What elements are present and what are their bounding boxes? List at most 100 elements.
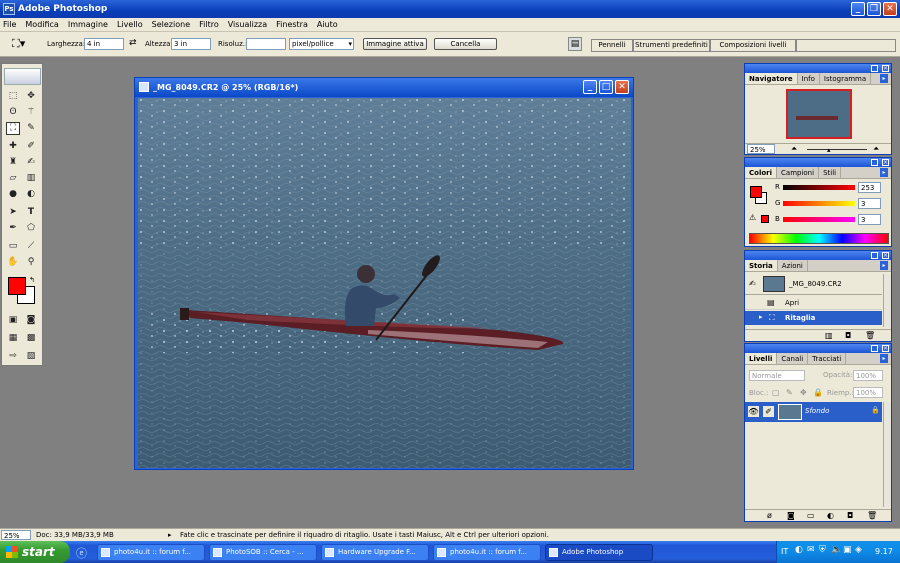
volume-icon[interactable]: 🔈 — [831, 545, 842, 555]
resolution-input[interactable] — [246, 38, 286, 50]
menu-aiuto[interactable]: Aiuto — [317, 20, 338, 29]
taskbar-item-photo4u-2[interactable]: photo4u.it :: forum f... — [433, 544, 541, 561]
gradient-tool-icon[interactable]: ▥ — [24, 172, 38, 185]
standard-mode-icon[interactable]: ▣ — [6, 314, 20, 327]
notes-tool-icon[interactable]: ▭ — [6, 240, 20, 253]
clear-button[interactable]: Cancella — [434, 38, 497, 50]
image-canvas[interactable] — [138, 98, 631, 468]
panel-minimize-icon[interactable]: _ — [871, 345, 878, 352]
panel-menu-icon[interactable]: ▸ — [880, 168, 888, 177]
panel-menu-icon[interactable]: ▸ — [880, 74, 888, 83]
crop-tool-icon[interactable]: ⛶ — [6, 122, 20, 135]
r-slider[interactable] — [783, 185, 855, 190]
navigator-thumbnail[interactable] — [786, 89, 852, 139]
color-ramp[interactable] — [749, 233, 889, 244]
screen-mode-standard-icon[interactable]: ▦ — [6, 332, 20, 345]
adobe-online-icon[interactable] — [4, 68, 41, 85]
opacity-input[interactable]: 100% — [853, 370, 883, 381]
swap-colors-icon[interactable]: ↰ — [29, 276, 35, 284]
crop-tool-preset-icon[interactable]: ⛶▾ — [12, 37, 38, 51]
quick-mask-mode-icon[interactable]: ◙ — [24, 314, 38, 327]
lock-position-icon[interactable]: ✥ — [800, 388, 807, 397]
front-image-button[interactable]: Immagine attiva — [363, 38, 427, 50]
lock-pixels-icon[interactable]: ✎ — [786, 388, 793, 397]
menu-livello[interactable]: Livello — [117, 20, 143, 29]
adjustment-layer-icon[interactable]: ◐ — [827, 511, 834, 520]
magic-wand-tool-icon[interactable]: ⚚ — [24, 106, 38, 119]
history-step-active[interactable]: ▸ ⛶ Ritaglia — [745, 311, 882, 325]
pen-tool-icon[interactable]: ✒ — [6, 222, 20, 235]
path-selection-tool-icon[interactable]: ➤ — [6, 206, 20, 219]
brush-tool-icon[interactable]: ✐ — [24, 140, 38, 153]
gamut-swatch[interactable] — [761, 215, 769, 223]
eyedropper-tool-icon[interactable]: ⟋ — [24, 240, 38, 253]
move-tool-icon[interactable]: ✥ — [24, 90, 38, 103]
menu-filtro[interactable]: Filtro — [199, 20, 219, 29]
doc-close-button[interactable]: ✕ — [615, 80, 629, 94]
restore-button[interactable]: ❐ — [867, 2, 881, 16]
layer-mask-icon[interactable]: ◙ — [787, 511, 795, 520]
history-brush-source-icon[interactable]: ✍ — [749, 279, 756, 288]
delete-state-icon[interactable]: 🗑 — [865, 331, 875, 340]
menu-visualizza[interactable]: Visualizza — [228, 20, 267, 29]
panel-minimize-icon[interactable]: _ — [871, 65, 878, 72]
tab-colori[interactable]: Colori — [745, 167, 778, 178]
fill-input[interactable]: 100% — [853, 387, 883, 398]
minimize-button[interactable]: _ — [851, 2, 865, 16]
type-tool-icon[interactable]: T — [24, 206, 38, 219]
hand-tool-icon[interactable]: ✋ — [6, 256, 20, 269]
height-input[interactable]: 3 in — [171, 38, 211, 50]
menu-selezione[interactable]: Selezione — [152, 20, 190, 29]
b-slider[interactable] — [783, 217, 855, 222]
slice-tool-icon[interactable]: ✎ — [24, 122, 38, 135]
panel-menu-icon[interactable]: ▸ — [880, 261, 888, 270]
lock-transparency-icon[interactable]: ▢ — [772, 388, 780, 397]
history-snapshot[interactable]: ✍ _MG_8049.CR2 — [745, 274, 882, 295]
panel-close-icon[interactable]: × — [882, 65, 889, 72]
zoom-in-icon[interactable]: ⏶ — [873, 144, 879, 154]
tab-livelli[interactable]: Livelli — [745, 353, 778, 364]
taskbar-item-photoshop[interactable]: Adobe Photoshop — [545, 544, 653, 561]
panel-minimize-icon[interactable]: _ — [871, 159, 878, 166]
new-group-icon[interactable]: ▭ — [807, 511, 815, 520]
unit-select[interactable]: pixel/pollice ▾ — [289, 38, 354, 50]
marquee-tool-icon[interactable]: ⬚ — [6, 90, 20, 103]
panel-menu-icon[interactable]: ▸ — [880, 354, 888, 363]
zoom-slider-thumb[interactable]: ▴ — [827, 146, 831, 154]
panel-minimize-icon[interactable]: _ — [871, 252, 878, 259]
palette-well-icon[interactable]: ▤ — [568, 37, 582, 51]
new-document-from-state-icon[interactable]: ▥ — [825, 331, 833, 340]
tab-storia[interactable]: Storia — [745, 260, 778, 271]
tray-icon-4[interactable]: ◈ — [855, 545, 862, 555]
layers-scrollbar[interactable] — [883, 402, 891, 507]
tray-icon-1[interactable]: ◐ — [795, 545, 803, 555]
panel-close-icon[interactable]: × — [882, 345, 889, 352]
history-step[interactable]: ▤ Apri — [745, 296, 882, 310]
doc-maximize-button[interactable]: □ — [599, 80, 613, 94]
new-snapshot-icon[interactable]: ◘ — [845, 331, 851, 340]
b-input[interactable]: 3 — [858, 214, 881, 225]
network-icon[interactable]: ▣ — [843, 545, 852, 555]
language-indicator[interactable]: IT — [781, 547, 788, 556]
taskbar-item-photosob[interactable]: PhotoSOB :: Cerca - ... — [209, 544, 317, 561]
lock-all-icon[interactable]: 🔒 — [813, 388, 823, 397]
new-layer-icon[interactable]: ◘ — [847, 511, 853, 520]
menu-immagine[interactable]: Immagine — [68, 20, 108, 29]
menu-finestra[interactable]: Finestra — [276, 20, 308, 29]
tray-icon-3[interactable]: ⛨ — [819, 545, 826, 555]
menu-modifica[interactable]: Modifica — [25, 20, 58, 29]
blend-mode-select[interactable]: Normale — [749, 370, 805, 381]
blur-tool-icon[interactable]: ● — [6, 188, 20, 201]
g-input[interactable]: 3 — [858, 198, 881, 209]
tab-azioni[interactable]: Azioni — [778, 260, 808, 271]
delete-layer-icon[interactable]: 🗑 — [867, 511, 877, 520]
tab-tracciati[interactable]: Tracciati — [808, 353, 847, 364]
r-input[interactable]: 253 — [858, 182, 881, 193]
layer-row-sfondo[interactable]: 👁 ✐ Sfondo 🔒 — [745, 402, 882, 422]
dodge-tool-icon[interactable]: ◐ — [24, 188, 38, 201]
brush-link-icon[interactable]: ✐ — [763, 406, 774, 417]
eraser-tool-icon[interactable]: ▱ — [6, 172, 20, 185]
taskbar-item-photo4u-1[interactable]: photo4u.it :: forum f... — [97, 544, 205, 561]
visibility-eye-icon[interactable]: 👁 — [748, 406, 759, 417]
lasso-tool-icon[interactable]: ʘ — [6, 106, 20, 119]
